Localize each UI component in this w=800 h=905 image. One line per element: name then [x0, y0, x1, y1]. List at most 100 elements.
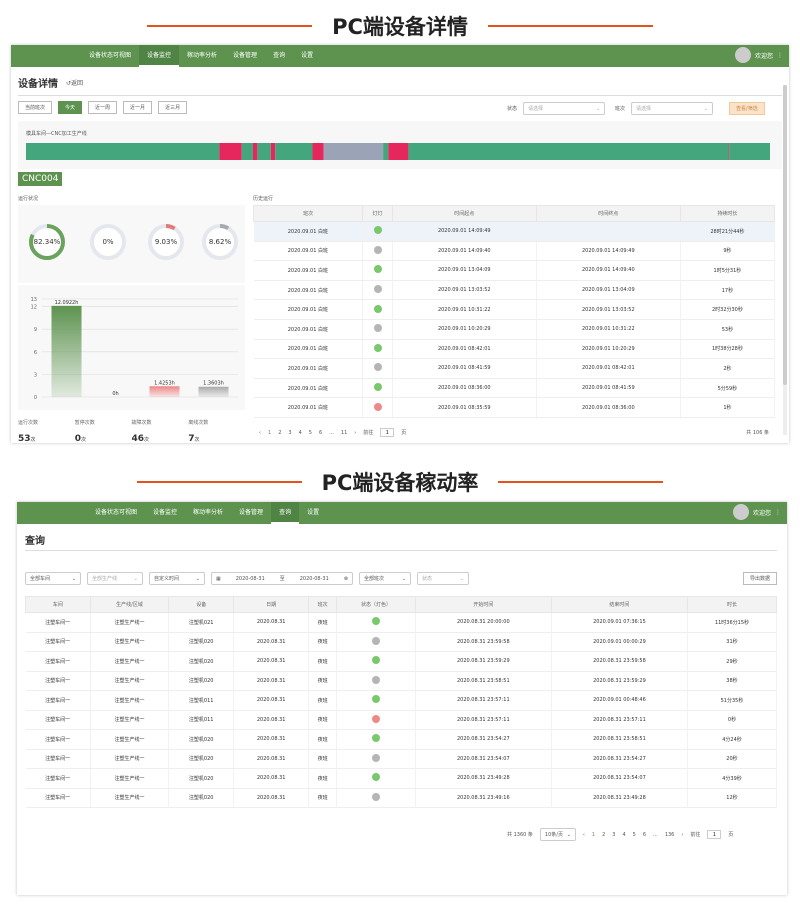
range-three-months[interactable]: 近三月 — [158, 101, 188, 114]
history-row: 2020.09.01 白班 2020.09.01 14:09:49 28时21分… — [253, 221, 776, 242]
page-last[interactable]: 136 — [665, 832, 675, 838]
cell-start: 2020.09.01 08:35:59 — [392, 397, 537, 418]
status-light-icon — [373, 304, 382, 313]
cell-device: 注塑机020 — [168, 729, 235, 750]
nav-item-settings[interactable]: 设置 — [299, 502, 327, 524]
page-ellipsis[interactable]: ... — [653, 832, 658, 838]
status-light-icon — [373, 324, 382, 333]
cell-light — [362, 241, 393, 262]
cell-duration: 2秒 — [680, 358, 776, 379]
duration-bar-chart: 0 3 6 9 12 13 12.0922h 0h 1.4253h 1.3603h — [31, 297, 238, 401]
page-5[interactable]: 5 — [309, 430, 312, 436]
status-select[interactable]: 状态 ⌄ — [417, 572, 469, 585]
page-2[interactable]: 2 — [278, 430, 281, 436]
workshop-select[interactable]: 全部车间 ⌄ — [25, 572, 81, 585]
date-range-picker[interactable]: ▦ 2020-08-31 至 2020-08-31 ⊗ — [211, 572, 353, 585]
status-select[interactable]: 请选择 ⌄ — [523, 102, 606, 115]
next-icon[interactable]: › — [354, 430, 356, 436]
page-6[interactable]: 6 — [319, 430, 322, 436]
page-6[interactable]: 6 — [643, 832, 646, 838]
cell-light — [362, 221, 393, 242]
range-week[interactable]: 近一周 — [88, 101, 118, 114]
nav-item-settings[interactable]: 设置 — [293, 45, 321, 67]
range-month[interactable]: 近一月 — [123, 101, 153, 114]
goto-page-input[interactable] — [380, 428, 395, 437]
cell-workshop: 注塑车间一 — [25, 632, 91, 652]
user-menu[interactable]: 欢迎您 ⋮ — [734, 47, 783, 63]
cell-status — [336, 749, 416, 769]
cell-end: 2020.08.31 23:59:29 — [551, 671, 688, 691]
cell-line: 注塑生产线一 — [90, 632, 170, 652]
page-3[interactable]: 3 — [612, 832, 615, 838]
range-today[interactable]: 今天 — [58, 101, 83, 114]
history-row: 2020.09.01 白班 2020.09.01 08:36:00 2020.0… — [253, 378, 776, 399]
history-row: 2020.09.01 白班 2020.09.01 08:35:59 2020.0… — [253, 397, 776, 418]
page-title: 查询 — [25, 536, 45, 547]
col-shift: 班次 — [252, 205, 364, 222]
user-menu[interactable]: 欢迎您 ⋮ — [732, 504, 781, 520]
timeline-segment-run — [275, 143, 313, 160]
status-light-icon — [373, 343, 382, 352]
page-ellipsis[interactable]: ... — [329, 430, 334, 436]
page-3[interactable]: 3 — [288, 430, 291, 436]
page-4[interactable]: 4 — [299, 430, 302, 436]
cell-device: 注塑机020 — [168, 651, 235, 672]
cell-duration: 2时32分30秒 — [680, 299, 776, 320]
timeline-segment-stop — [728, 143, 730, 160]
cell-shift: 夜班 — [308, 729, 338, 750]
nav-item-utilization[interactable]: 稼动率分析 — [185, 502, 231, 524]
welcome-text: 欢迎您 — [752, 509, 771, 517]
nav-item-query[interactable]: 查询 — [271, 502, 300, 524]
cell-start: 2020.08.31 23:54:07 — [415, 749, 552, 769]
nav-item-device-mgmt[interactable]: 设备管理 — [225, 45, 265, 67]
time-select[interactable]: 自定义时间 ⌄ — [149, 572, 205, 585]
goto-page-input[interactable] — [707, 830, 722, 839]
page-5[interactable]: 5 — [633, 832, 636, 838]
cell-status — [336, 632, 416, 652]
next-icon[interactable]: › — [681, 832, 683, 838]
page-1[interactable]: 1 — [268, 430, 271, 436]
timeline-segment-run — [257, 143, 271, 160]
cell-end: 2020.08.31 23:58:51 — [551, 729, 688, 750]
nav-item-query[interactable]: 查询 — [265, 45, 293, 67]
history-row: 2020.09.01 白班 2020.09.01 08:41:59 2020.0… — [253, 358, 776, 379]
status-light-icon — [373, 226, 382, 235]
clear-icon[interactable]: ⊗ — [344, 576, 348, 582]
page-1[interactable]: 1 — [592, 832, 595, 838]
prev-icon[interactable]: ‹ — [259, 430, 261, 436]
more-icon[interactable]: ⋮ — [775, 509, 781, 516]
filter-button[interactable]: 查看/筛选 — [729, 102, 765, 115]
cell-date: 2020.08.31 — [233, 768, 310, 789]
cell-end: 2020.09.01 08:41:59 — [536, 378, 681, 399]
scrollbar[interactable] — [783, 85, 787, 435]
nav-item-monitor[interactable]: 设备监控 — [145, 502, 185, 524]
nav-item-utilization[interactable]: 稼动率分析 — [179, 45, 225, 67]
page-size-select[interactable]: 10条/页 ⌄ — [539, 828, 576, 841]
page-4[interactable]: 4 — [622, 832, 625, 838]
cell-end: 2020.09.01 08:36:00 — [536, 397, 681, 418]
cell-device: 注塑机020 — [168, 671, 235, 691]
cell-start: 2020.09.01 10:20:29 — [392, 319, 537, 340]
nav-item-monitor[interactable]: 设备监控 — [139, 45, 180, 67]
prev-icon[interactable]: ‹ — [583, 832, 585, 838]
cell-end: 2020.09.01 10:20:29 — [536, 339, 681, 360]
shift-select[interactable]: 全部班次 ⌄ — [359, 572, 411, 585]
range-current-shift[interactable]: 当前班次 — [18, 101, 53, 114]
cell-end: 2020.08.31 23:49:28 — [551, 788, 688, 808]
shift-select[interactable]: 请选择 ⌄ — [631, 102, 714, 115]
nav-item-device-mgmt[interactable]: 设备管理 — [231, 502, 271, 524]
page-last[interactable]: 11 — [341, 430, 347, 436]
line-select[interactable]: 全部生产线 ⌄ — [87, 572, 143, 585]
more-icon[interactable]: ⋮ — [777, 52, 783, 59]
page-2[interactable]: 2 — [602, 832, 605, 838]
nav-item-status-view[interactable]: 设备状态可视图 — [87, 502, 145, 524]
machine-tag: CNC004 — [18, 172, 63, 186]
back-button[interactable]: ↺返回 — [66, 78, 83, 87]
export-button[interactable]: 导出数据 — [742, 572, 777, 585]
cell-shift: 夜班 — [308, 651, 338, 672]
cell-status — [336, 788, 416, 808]
history-row: 2020.09.01 白班 2020.09.01 10:31:22 2020.0… — [253, 299, 776, 320]
cell-duration: 38秒 — [687, 671, 778, 691]
bar-chart-card: 0 3 6 9 12 13 12.0922h 0h 1.4253h 1.3603h — [18, 285, 245, 410]
nav-item-status-view[interactable]: 设备状态可视图 — [81, 45, 139, 67]
